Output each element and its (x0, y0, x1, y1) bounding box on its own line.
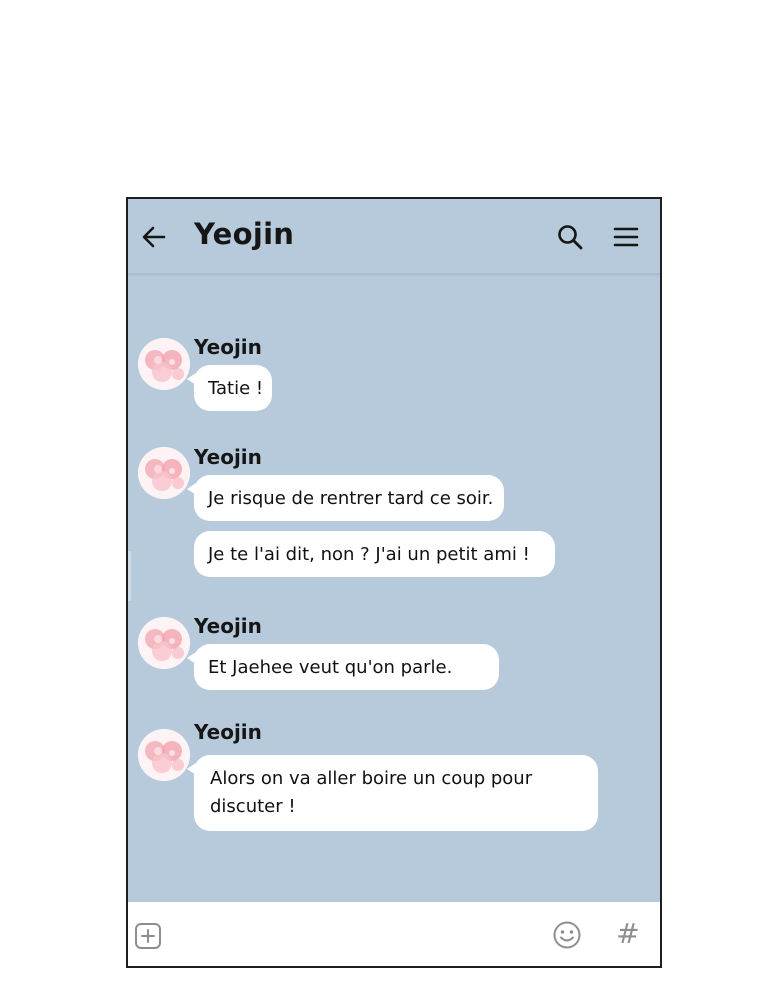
avatar[interactable] (138, 338, 190, 390)
flower-avatar-icon (138, 729, 190, 781)
flower-avatar-icon (138, 617, 190, 669)
arrow-left-icon (142, 226, 166, 248)
message-bubble: Alors on va aller boire un coup pour dis… (187, 755, 598, 831)
emoji-button[interactable] (552, 920, 582, 950)
sender-name: Yeojin (194, 445, 262, 469)
attach-button[interactable] (134, 922, 162, 950)
search-icon (558, 225, 583, 250)
hamburger-menu-icon (613, 227, 639, 247)
frame-edge-mark (128, 551, 131, 601)
header-divider (128, 273, 660, 277)
sender-name: Yeojin (194, 335, 262, 359)
flower-avatar-icon (138, 447, 190, 499)
flower-avatar-icon (138, 338, 190, 390)
avatar[interactable] (138, 729, 190, 781)
chat-window: Yeojin Yeojin Tatie ! Yeojin Je risque d… (126, 197, 662, 968)
avatar[interactable] (138, 447, 190, 499)
message-bubble: Tatie ! (187, 365, 272, 411)
chat-header: Yeojin (128, 199, 660, 275)
avatar[interactable] (138, 617, 190, 669)
back-button[interactable] (140, 223, 168, 251)
chat-title: Yeojin (194, 217, 295, 251)
menu-button[interactable] (612, 223, 640, 251)
sender-name: Yeojin (194, 614, 262, 638)
message-bubble: Et Jaehee veut qu'on parle. (187, 644, 499, 690)
sender-name: Yeojin (194, 720, 262, 744)
message-input-bar[interactable]: # (128, 902, 660, 966)
message-bubble: Je risque de rentrer tard ce soir. (187, 475, 504, 521)
search-button[interactable] (556, 223, 584, 251)
plus-box-icon (135, 923, 161, 949)
message-bubble: Je te l'ai dit, non ? J'ai un petit ami … (194, 531, 555, 577)
hashtag-button[interactable]: # (614, 917, 642, 951)
smiley-icon (553, 921, 581, 949)
